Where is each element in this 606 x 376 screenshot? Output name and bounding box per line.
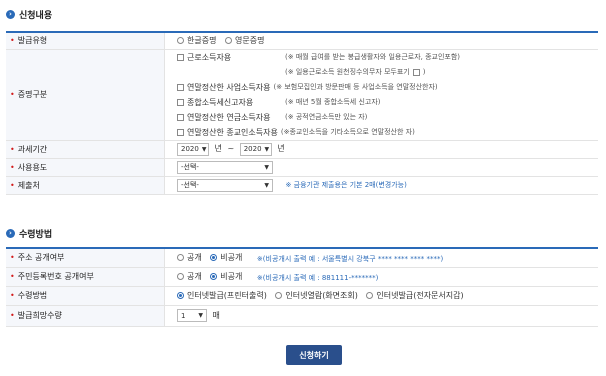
usage-select[interactable]: -선택- ▼ [177, 160, 273, 174]
row-cert-type: • 증명구분 근로소득자용 (※ 매월 급여를 받는 봉급생활자와 일용근로자, … [6, 49, 598, 141]
radio-private[interactable]: 비공개 [210, 271, 242, 282]
radio-internet-print[interactable]: 인터넷발급(프린터출력) [177, 290, 267, 301]
field-label: • 제출처 [6, 176, 165, 195]
field-label: • 증명구분 [6, 49, 165, 141]
cert-option-religious-income[interactable]: 연말정산한 종교인소득자용 (※종교인소득을 기타소득으로 연말정산한 자) [177, 125, 598, 140]
chevron-down-icon: ▼ [264, 163, 269, 171]
radio-korean[interactable]: 한글증명 [177, 35, 216, 46]
field-label: • 주민등록번호 공개여부 [6, 267, 165, 287]
checkbox[interactable] [177, 98, 184, 106]
radio-icon[interactable] [177, 37, 184, 45]
tax-period-to-select[interactable]: 2020 ▼ [239, 142, 272, 156]
section-header-receive: › 수령방법 [6, 226, 52, 240]
radio-icon[interactable] [177, 253, 184, 261]
section-bullet-icon: › [6, 9, 15, 19]
checkbox[interactable] [177, 83, 184, 91]
section-title: 수령방법 [19, 229, 53, 240]
checkbox[interactable] [412, 68, 420, 76]
field-label: • 주소 공개여부 [6, 248, 165, 268]
radio-icon[interactable] [210, 253, 218, 261]
address-note: ※(비공개시 출력 예 : 서울특별시 강북구 **** **** **** *… [256, 254, 444, 263]
section-title: 신청내용 [19, 10, 53, 21]
receive-form: • 주소 공개여부 공개 비공개 ※(비공개시 출력 예 : 서울특별시 강북구 … [6, 247, 598, 327]
row-rrn-public: • 주민등록번호 공개여부 공개 비공개 ※(비공개시 출력 예 : 881111… [6, 267, 598, 287]
cert-option-business-income[interactable]: 연말정산한 사업소득자용 (※ 보험모집인과 방문판매 등 사업소득을 연말정산… [177, 80, 598, 95]
checkbox[interactable] [177, 113, 184, 121]
cert-option-pension-income[interactable]: 연말정산한 연금소득자용 (※ 공적연금소득만 있는 자) [177, 110, 598, 125]
radio-icon[interactable] [366, 292, 374, 299]
row-usage: • 사용용도 -선택- ▼ [6, 158, 598, 177]
field-label: • 과세기간 [6, 140, 165, 159]
checkbox[interactable] [177, 53, 184, 61]
cert-option-earned-income[interactable]: 근로소득자용 (※ 매월 급여를 받는 봉급생활자와 일용근로자, 종교인포함) [177, 50, 598, 65]
chevron-down-icon: ▼ [264, 181, 269, 189]
tax-period-from-select[interactable]: 2020 ▼ [177, 142, 209, 156]
cert-option-global-income[interactable]: 종합소득세신고자용 (※ 매년 5월 종합소득세 신고자) [177, 95, 598, 110]
radio-english[interactable]: 영문증명 [225, 35, 264, 46]
field-label: • 발급희망수량 [6, 305, 165, 327]
row-quantity: • 발급희망수량 1 ▼ 매 [6, 305, 598, 327]
chevron-down-icon: ▼ [201, 145, 207, 153]
radio-icon[interactable] [210, 272, 218, 280]
field-label: • 발급유형 [6, 32, 165, 50]
field-label: • 수령방법 [6, 286, 165, 306]
radio-icon[interactable] [177, 292, 184, 299]
row-issue-type: • 발급유형 한글증명 영문증명 [6, 32, 598, 50]
application-form: • 발급유형 한글증명 영문증명 • 증명구분 근로소득자용 (※ 매월 급여를 받… [6, 31, 598, 195]
radio-internet-view[interactable]: 인터넷열람(화면조회) [275, 290, 358, 301]
radio-icon[interactable] [225, 37, 232, 45]
field-label: • 사용용도 [6, 158, 165, 177]
section-header-application: › 신청내용 [6, 7, 52, 21]
apply-button[interactable]: 신청하기 [286, 345, 342, 365]
rrn-note: ※(비공개시 출력 예 : 881111-*******) [256, 273, 379, 282]
radio-icon[interactable] [177, 272, 184, 280]
checkbox[interactable] [177, 128, 184, 136]
submit-note: ※ 금융기관 제출용은 기본 2매(변경가능) [285, 181, 407, 189]
cert-option-daily-worker-note: (※ 일용근로소득 원천징수의무자 모두표기 ) [285, 68, 426, 76]
section-bullet-icon: › [6, 228, 15, 238]
row-address-public: • 주소 공개여부 공개 비공개 ※(비공개시 출력 예 : 서울특별시 강북구 … [6, 248, 598, 268]
radio-private[interactable]: 비공개 [210, 252, 242, 263]
radio-icon[interactable] [275, 292, 283, 299]
radio-internet-wallet[interactable]: 인터넷발급(전자문서지갑) [366, 290, 464, 301]
chevron-down-icon: ▼ [198, 312, 203, 319]
row-receive-method: • 수령방법 인터넷발급(프린터출력) 인터넷열람(화면조회) 인터넷발급(전자문… [6, 286, 598, 306]
row-tax-period: • 과세기간 2020 ▼ 년 ~ 2020 ▼ 년 [6, 140, 598, 159]
radio-public[interactable]: 공개 [177, 252, 202, 263]
quantity-select[interactable]: 1 ▼ [177, 309, 207, 322]
submit-to-select[interactable]: -선택- ▼ [177, 178, 273, 192]
row-submit-to: • 제출처 -선택- ▼ ※ 금융기관 제출용은 기본 2매(변경가능) [6, 176, 598, 195]
chevron-down-icon: ▼ [264, 145, 270, 153]
radio-public[interactable]: 공개 [177, 271, 202, 282]
